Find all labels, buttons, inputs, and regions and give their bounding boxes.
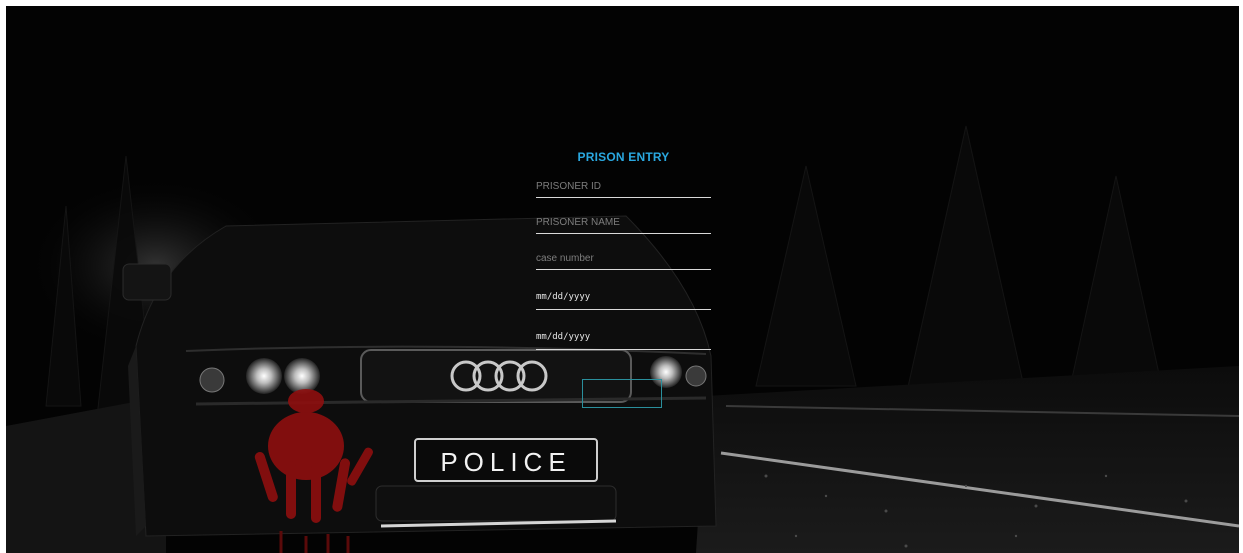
page-background: POLICE PRISON ENTRY PRISONER ID PRISONER… bbox=[6, 6, 1239, 553]
prisoner-id-input[interactable] bbox=[536, 176, 711, 198]
prisoner-name-input[interactable] bbox=[536, 212, 711, 234]
case-number-input[interactable] bbox=[536, 248, 711, 270]
submit-button[interactable] bbox=[582, 379, 662, 408]
license-plate-text: POLICE bbox=[440, 447, 571, 477]
date-input-1[interactable]: mm/dd/yyyy bbox=[536, 284, 711, 310]
form-title: PRISON ENTRY bbox=[577, 150, 670, 164]
prison-entry-form: PRISON ENTRY mm/dd/yyyy mm/dd/yyyy bbox=[536, 150, 711, 364]
date-input-2[interactable]: mm/dd/yyyy bbox=[536, 324, 711, 350]
